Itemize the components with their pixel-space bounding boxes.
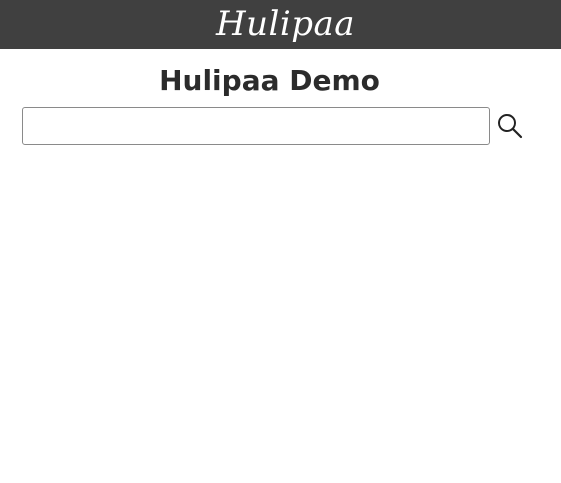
search-bar [22, 107, 525, 145]
search-input[interactable] [22, 107, 490, 145]
page-title: Hulipaa Demo [159, 64, 380, 97]
search-button[interactable] [495, 111, 525, 141]
top-bar: Hulipaa [0, 0, 561, 49]
search-icon [498, 114, 523, 139]
app-window: Hulipaa Hulipaa Demo [0, 0, 561, 483]
brand-logo: Hulipaa [215, 4, 356, 44]
